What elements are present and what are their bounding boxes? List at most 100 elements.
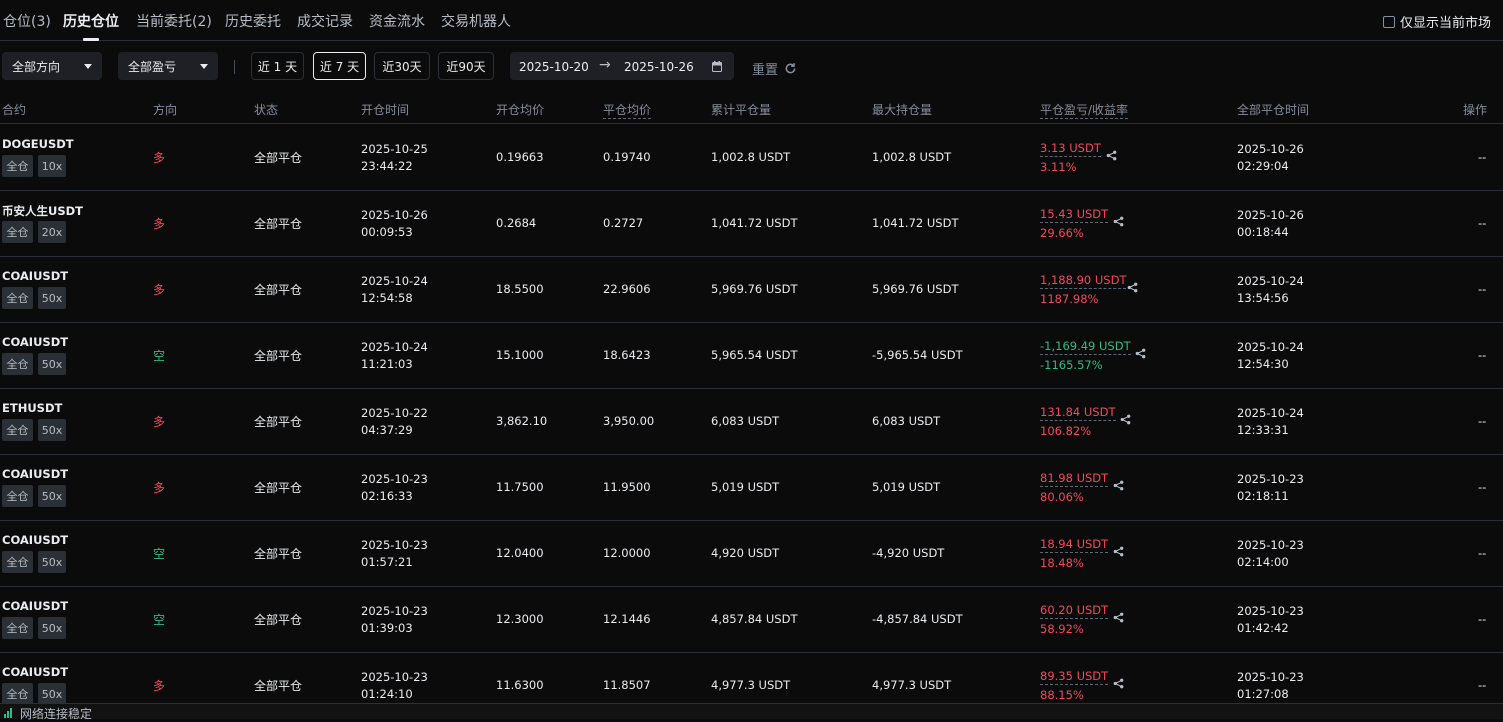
status-value: 全部平仓 <box>254 349 303 363</box>
open-time: 2025-10-23 02:16:33 <box>361 471 428 505</box>
contract-symbol[interactable]: DOGEUSDT <box>2 137 74 151</box>
margin-mode-tag: 全仓 <box>2 287 33 309</box>
table-row: 币安人生USDT 全仓 20x 多 全部平仓 2025-10-26 00:09:… <box>0 191 1503 257</box>
direction-value: 多 <box>153 217 166 231</box>
open-time: 2025-10-23 01:57:21 <box>361 537 428 571</box>
tab-transaction-history[interactable]: 资金流水 <box>369 11 425 31</box>
status-value: 全部平仓 <box>254 283 303 297</box>
close-avg-price: 11.9500 <box>603 480 651 494</box>
contract-symbol[interactable]: COAIUSDT <box>2 335 68 349</box>
checkbox[interactable] <box>1382 15 1395 28</box>
direction-value: 多 <box>153 283 166 297</box>
pnl-roi: 18.48% <box>1040 556 1084 570</box>
max-position-qty: 5,969.76 USDT <box>872 282 959 296</box>
margin-mode-tag: 全仓 <box>2 617 33 639</box>
share-icon[interactable] <box>1113 546 1124 557</box>
open-time: 2025-10-24 11:21:03 <box>361 339 428 373</box>
tab-positions[interactable]: 仓位(3) <box>3 11 51 31</box>
margin-mode-tag: 全仓 <box>2 683 33 705</box>
pnl-select-value: 全部盈亏 <box>128 59 177 74</box>
close-time: 2025-10-23 02:14:00 <box>1237 537 1304 571</box>
max-position-qty: 4,977.3 USDT <box>872 678 952 692</box>
range-1d-button[interactable]: 近 1 天 <box>251 52 304 80</box>
contract-symbol[interactable]: COAIUSDT <box>2 533 68 547</box>
leverage-tag: 50x <box>38 287 66 309</box>
close-clock: 12:33:31 <box>1237 423 1289 437</box>
range-7d-button[interactable]: 近 7 天 <box>313 52 366 80</box>
share-icon[interactable] <box>1120 414 1131 425</box>
share-icon[interactable] <box>1113 612 1124 623</box>
share-icon[interactable] <box>1113 480 1124 491</box>
close-clock: 02:18:11 <box>1237 489 1289 503</box>
action-value: -- <box>1478 480 1487 494</box>
open-date: 2025-10-24 <box>361 274 428 288</box>
direction-select[interactable]: 全部方向 <box>2 52 102 80</box>
open-date: 2025-10-23 <box>361 472 428 486</box>
pnl-roi: -1165.57% <box>1040 358 1103 372</box>
only-current-market-toggle[interactable]: 仅显示当前市场 <box>1382 12 1491 31</box>
contract-symbol[interactable]: 币安人生USDT <box>2 203 83 219</box>
pnl-roi: 1187.98% <box>1040 292 1099 306</box>
contract-symbol[interactable]: COAIUSDT <box>2 467 68 481</box>
close-clock: 00:18:44 <box>1237 225 1289 239</box>
col-close-avg[interactable]: 平仓均价 <box>603 101 652 119</box>
pnl-select[interactable]: 全部盈亏 <box>118 52 218 80</box>
col-open-avg: 开仓均价 <box>496 103 545 117</box>
date-end[interactable]: 2025-10-26 <box>624 60 694 74</box>
tab-open-orders[interactable]: 当前委托(2) <box>136 11 212 31</box>
status-bar: 网络连接稳定 <box>0 703 1503 721</box>
contract-symbol[interactable]: COAIUSDT <box>2 269 68 283</box>
col-pnl[interactable]: 平仓盈亏/收益率 <box>1040 101 1129 119</box>
share-icon[interactable] <box>1106 150 1117 161</box>
cumulative-closed-qty: 4,977.3 USDT <box>711 678 791 692</box>
open-clock: 01:24:10 <box>361 687 413 701</box>
share-icon[interactable] <box>1113 678 1124 689</box>
margin-mode-tag: 全仓 <box>2 353 33 375</box>
open-avg-price: 12.0400 <box>496 546 544 560</box>
max-position-qty: 6,083 USDT <box>872 414 941 428</box>
close-avg-price: 22.9606 <box>603 282 651 296</box>
contract-symbol[interactable]: ETHUSDT <box>2 401 62 415</box>
action-value: -- <box>1478 282 1487 296</box>
tab-trade-history[interactable]: 成交记录 <box>297 11 353 31</box>
contract-symbol[interactable]: COAIUSDT <box>2 665 68 679</box>
open-clock: 01:39:03 <box>361 621 413 635</box>
close-clock: 01:27:08 <box>1237 687 1289 701</box>
range-90d-button[interactable]: 近90天 <box>438 52 494 80</box>
reset-button[interactable]: 重置 <box>752 59 797 78</box>
pnl-amount[interactable]: 81.98 USDT <box>1040 471 1109 487</box>
col-cum-closed: 累计平仓量 <box>711 103 772 117</box>
pnl-amount[interactable]: 131.84 USDT <box>1040 405 1116 421</box>
filter-bar: 全部方向 全部盈亏 近 1 天 近 7 天 近30天 近90天 2025-10-… <box>0 52 1503 82</box>
col-open-time: 开仓时间 <box>361 103 410 117</box>
col-close-time: 全部平仓时间 <box>1237 103 1310 117</box>
tab-order-history[interactable]: 历史委托 <box>225 11 281 31</box>
date-start[interactable]: 2025-10-20 <box>519 60 589 74</box>
close-avg-price: 11.8507 <box>603 678 651 692</box>
pnl-amount[interactable]: -1,169.49 USDT <box>1040 339 1131 355</box>
range-30d-button[interactable]: 近30天 <box>374 52 430 80</box>
realized-pnl: 3.13 USDT 3.11% <box>1040 139 1101 177</box>
realized-pnl: 60.20 USDT 58.92% <box>1040 601 1109 639</box>
tab-trading-bots[interactable]: 交易机器人 <box>441 11 511 31</box>
close-time: 2025-10-24 12:54:30 <box>1237 339 1304 373</box>
share-icon[interactable] <box>1127 282 1138 293</box>
share-icon[interactable] <box>1113 216 1124 227</box>
share-icon[interactable] <box>1135 348 1146 359</box>
pnl-amount[interactable]: 15.43 USDT <box>1040 207 1109 223</box>
cumulative-closed-qty: 1,002.8 USDT <box>711 150 791 164</box>
date-range-picker[interactable]: 2025-10-20 → 2025-10-26 <box>510 52 734 80</box>
calendar-icon[interactable] <box>712 61 722 72</box>
pnl-amount[interactable]: 18.94 USDT <box>1040 537 1109 553</box>
pnl-amount[interactable]: 60.20 USDT <box>1040 603 1109 619</box>
table-header: 合约 方向 状态 开仓时间 开仓均价 平仓均价 累计平仓量 最大持仓量 平仓盈亏… <box>0 96 1503 124</box>
position-tabs: 仓位(3) 历史仓位 当前委托(2) 历史委托 成交记录 资金流水 交易机器人 … <box>0 0 1503 41</box>
tab-position-history[interactable]: 历史仓位 <box>63 11 119 41</box>
contract-symbol[interactable]: COAIUSDT <box>2 599 68 613</box>
direction-value: 空 <box>153 349 166 363</box>
pnl-amount[interactable]: 3.13 USDT <box>1040 141 1101 157</box>
pnl-amount[interactable]: 1,188.90 USDT <box>1040 273 1127 289</box>
pnl-amount[interactable]: 89.35 USDT <box>1040 669 1109 685</box>
action-value: -- <box>1478 414 1487 428</box>
open-time: 2025-10-23 01:24:10 <box>361 669 428 703</box>
